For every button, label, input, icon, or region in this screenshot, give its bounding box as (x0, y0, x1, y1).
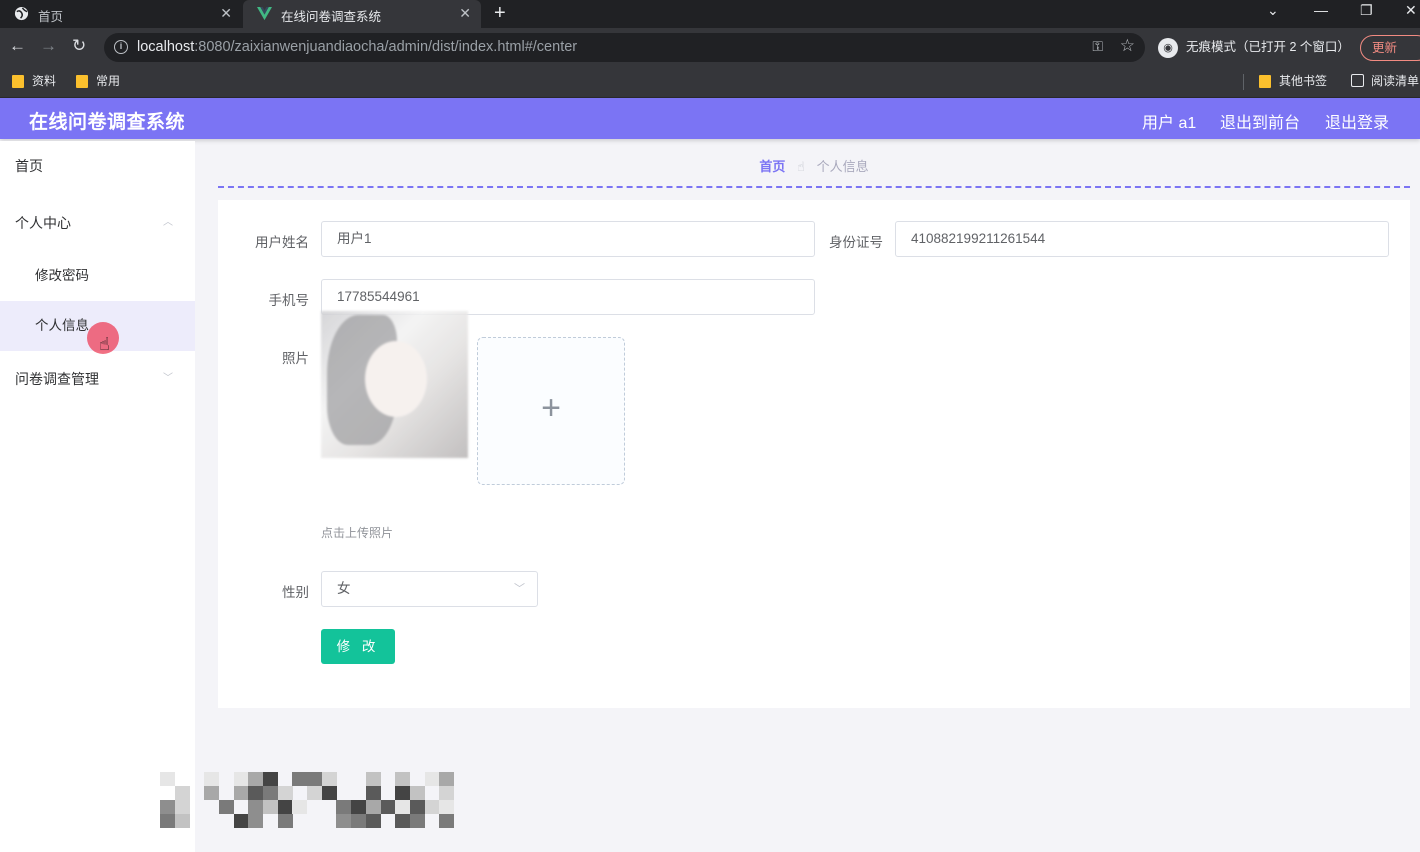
tab-search-icon[interactable]: ⌄ (1267, 2, 1279, 19)
back-icon[interactable]: ← (9, 36, 26, 56)
sidebar-item-survey-management[interactable]: 问卷调查管理 ﹀ (0, 354, 195, 404)
reading-list[interactable]: 阅读清单 (1351, 73, 1419, 91)
chevron-up-icon: ︿ (163, 217, 173, 228)
plus-icon: + (541, 389, 561, 427)
sidebar-item-personal-center[interactable]: 个人中心 ︿ (0, 198, 195, 248)
bookmark-folder[interactable]: 资料 (12, 73, 56, 91)
new-tab-icon[interactable]: + (494, 2, 506, 24)
submit-button[interactable]: 修 改 (321, 629, 395, 664)
gender-label: 性别 (282, 585, 309, 600)
breadcrumb-divider (218, 186, 1410, 188)
photo-thumbnail[interactable] (321, 311, 468, 458)
name-label: 用户姓名 (255, 235, 309, 250)
chevron-down-icon: ﹀ (514, 583, 525, 595)
bookmark-folder[interactable]: 常用 (76, 73, 120, 91)
photo-label: 照片 (282, 351, 309, 366)
phone-label: 手机号 (268, 293, 310, 308)
breadcrumb-home[interactable]: 首页 (759, 156, 785, 175)
hand-cursor-icon: ☝ (99, 334, 110, 354)
sidebar-item-label: 首页 (15, 158, 43, 174)
sidebar-item-label: 问卷调查管理 (15, 371, 99, 387)
id-number-label: 身份证号 (829, 235, 883, 250)
forward-icon[interactable]: → (40, 36, 57, 56)
breadcrumb-current: 个人信息 (816, 159, 869, 174)
upload-hint: 点击上传照片 (321, 526, 394, 540)
restore-icon[interactable]: ❐ (1360, 2, 1373, 19)
close-tab-icon[interactable]: ✕ (459, 5, 471, 22)
sidebar-item-change-password[interactable]: 修改密码 (0, 251, 195, 301)
update-button[interactable]: 更新 (1360, 35, 1420, 61)
address-bar[interactable]: i localhost:8080/zaixianwenjuandiaocha/a… (104, 33, 1145, 62)
breadcrumb-separator-icon: ☝ (797, 159, 805, 174)
bookmarks-bar: 资料 常用 其他书签 阅读清单 (0, 66, 1420, 98)
sidebar-item-label: 修改密码 (35, 268, 89, 283)
globe-icon (14, 6, 29, 21)
tab-title: 首页 (38, 10, 64, 24)
chevron-down-icon: ﹀ (163, 373, 173, 384)
site-info-icon[interactable]: i (114, 40, 128, 54)
incognito-label: 无痕模式（已打开 2 个窗口） (1186, 40, 1350, 54)
browser-toolbar: ← → ↻ i localhost:8080/zaixianwenjuandia… (0, 28, 1420, 66)
photo-upload-box[interactable]: + (477, 337, 625, 485)
folder-icon (76, 75, 88, 88)
logout-link[interactable]: 退出登录 (1325, 109, 1389, 133)
reload-icon[interactable]: ↻ (72, 36, 86, 56)
browser-tab-home[interactable]: 首页 ✕ (0, 0, 242, 28)
id-number-input[interactable]: 410882199211261544 (895, 221, 1389, 257)
breadcrumb: 首页 ☝ 个人信息 (218, 156, 1410, 186)
pixelated-watermark (160, 772, 455, 829)
tab-title: 在线问卷调查系统 (281, 10, 382, 24)
folder-icon (1259, 75, 1271, 88)
bookmark-star-icon[interactable]: ☆ (1120, 36, 1135, 56)
incognito-indicator[interactable]: ◉ 无痕模式（已打开 2 个窗口） (1152, 33, 1360, 62)
browser-tab-survey[interactable]: 在线问卷调查系统 ✕ (243, 0, 481, 28)
url-text: localhost:8080/zaixianwenjuandiaocha/adm… (137, 39, 578, 55)
gender-value: 女 (337, 581, 351, 596)
close-window-icon[interactable]: ✕ (1405, 2, 1417, 19)
incognito-icon: ◉ (1158, 38, 1178, 58)
back-to-front-link[interactable]: 退出到前台 (1220, 109, 1300, 133)
password-key-icon[interactable]: ⚿ (1092, 38, 1103, 55)
browser-tab-bar: 首页 ✕ 在线问卷调查系统 ✕ + ⌄ — ❐ ✕ (0, 0, 1420, 28)
minimize-icon[interactable]: — (1314, 2, 1328, 18)
close-tab-icon[interactable]: ✕ (220, 5, 232, 22)
sidebar-item-label: 个人信息 (35, 318, 89, 333)
gender-select[interactable]: 女 ﹀ (321, 571, 538, 607)
folder-icon (12, 75, 24, 88)
divider (1243, 74, 1244, 90)
sidebar-item-home[interactable]: 首页 (0, 141, 195, 191)
vue-logo-icon (257, 6, 272, 21)
user-name: 用户 a1 (1142, 115, 1197, 132)
reading-list-icon (1351, 74, 1364, 87)
name-input[interactable]: 用户1 (321, 221, 815, 257)
phone-input[interactable]: 17785544961 (321, 279, 815, 315)
other-bookmarks[interactable]: 其他书签 (1259, 73, 1327, 91)
sidebar: 首页 个人中心 ︿ 修改密码 个人信息 问卷调查管理 ﹀ (0, 141, 195, 852)
app-title: 在线问卷调查系统 (29, 112, 186, 133)
app-header: 在线问卷调查系统 用户 a1 退出到前台 退出登录 (0, 98, 1420, 139)
sidebar-item-label: 个人中心 (15, 215, 71, 231)
